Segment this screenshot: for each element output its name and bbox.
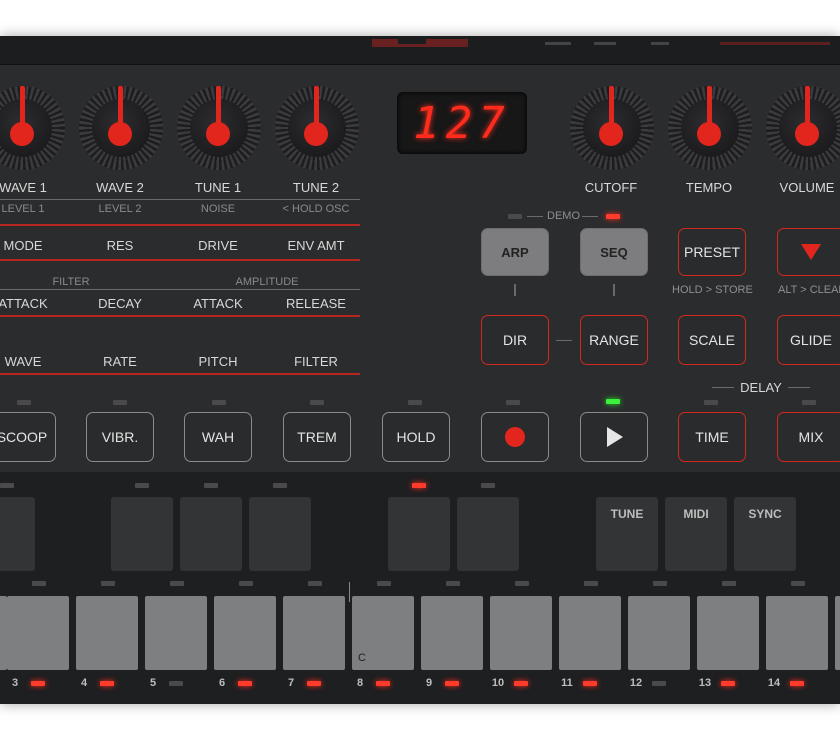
key[interactable] bbox=[697, 596, 759, 670]
preset-button[interactable]: PRESET bbox=[678, 228, 746, 276]
label-attack-amp: ATTACK bbox=[193, 296, 243, 311]
key[interactable] bbox=[283, 596, 345, 670]
section-filter: FILTER bbox=[52, 276, 90, 288]
label-rate: RATE bbox=[103, 354, 137, 369]
step-number: 9 bbox=[425, 677, 433, 689]
key[interactable] bbox=[0, 596, 7, 670]
hold-button[interactable]: HOLD bbox=[382, 412, 450, 462]
tune-pad[interactable]: TUNE bbox=[596, 497, 658, 571]
led-arp bbox=[508, 214, 522, 219]
black-key-pad[interactable] bbox=[111, 497, 173, 571]
knob-tune-2[interactable] bbox=[275, 86, 359, 170]
glide-button[interactable]: GLIDE bbox=[777, 315, 840, 365]
black-key-pad[interactable] bbox=[180, 497, 242, 571]
black-key-pad[interactable] bbox=[0, 497, 35, 571]
knob-tempo[interactable] bbox=[668, 86, 752, 170]
wah-button[interactable]: WAH bbox=[184, 412, 252, 462]
step-number: 4 bbox=[80, 677, 88, 689]
step-number: 11 bbox=[561, 677, 573, 689]
key[interactable] bbox=[421, 596, 483, 670]
led-display: 127 bbox=[397, 92, 527, 154]
time-button[interactable]: TIME bbox=[678, 412, 746, 462]
top-strip bbox=[0, 36, 840, 65]
trem-button[interactable]: TREM bbox=[283, 412, 351, 462]
label-tempo: TEMPO bbox=[685, 180, 733, 195]
key[interactable] bbox=[766, 596, 828, 670]
synth-device: 127 WAVE 1 WAVE 2 TUNE 1 TUNE 2 LEVEL 1 … bbox=[0, 36, 840, 704]
play-button[interactable] bbox=[580, 412, 648, 462]
label-tune-1: TUNE 1 bbox=[194, 180, 242, 195]
label-drive: DRIVE bbox=[198, 238, 238, 253]
dir-button[interactable]: DIR bbox=[481, 315, 549, 365]
sync-pad[interactable]: SYNC bbox=[734, 497, 796, 571]
black-key-pad[interactable] bbox=[388, 497, 450, 571]
black-key-pad[interactable] bbox=[249, 497, 311, 571]
key[interactable] bbox=[76, 596, 138, 670]
label-cutoff: CUTOFF bbox=[584, 180, 638, 195]
led-pad-active bbox=[412, 483, 426, 488]
key-c[interactable]: C bbox=[352, 596, 414, 670]
sublabel-level-2: LEVEL 2 bbox=[98, 203, 142, 215]
key[interactable] bbox=[835, 596, 840, 670]
section-amplitude: AMPLITUDE bbox=[235, 276, 299, 288]
hold-store-label: HOLD > STORE bbox=[672, 284, 753, 296]
label-tune-2: TUNE 2 bbox=[292, 180, 340, 195]
key[interactable] bbox=[214, 596, 276, 670]
down-button[interactable] bbox=[777, 228, 840, 276]
led-seq bbox=[606, 214, 620, 219]
sync-pad-label: SYNC bbox=[748, 507, 782, 521]
knob-wave-1[interactable] bbox=[0, 86, 65, 170]
knob-wave-2[interactable] bbox=[79, 86, 163, 170]
scoop-button[interactable]: SCOOP bbox=[0, 412, 56, 462]
arp-button[interactable]: ARP bbox=[481, 228, 549, 276]
label-volume: VOLUME bbox=[779, 180, 835, 195]
vibrato-button[interactable]: VIBR. bbox=[86, 412, 154, 462]
key[interactable] bbox=[7, 596, 69, 670]
label-env-amt: ENV AMT bbox=[287, 238, 345, 253]
knob-tune-1[interactable] bbox=[177, 86, 261, 170]
black-key-pad[interactable] bbox=[457, 497, 519, 571]
sublabel-noise: NOISE bbox=[200, 203, 236, 215]
step-number: 8 bbox=[356, 677, 364, 689]
tune-pad-label: TUNE bbox=[610, 507, 644, 521]
triangle-down-icon bbox=[801, 244, 821, 260]
display-value: 127 bbox=[413, 98, 511, 149]
alt-clear-label: ALT > CLEAR bbox=[778, 284, 840, 296]
record-icon bbox=[505, 427, 525, 447]
mix-button[interactable]: MIX bbox=[777, 412, 840, 462]
step-number: 12 bbox=[629, 677, 643, 689]
step-number: 7 bbox=[287, 677, 295, 689]
scale-button[interactable]: SCALE bbox=[678, 315, 746, 365]
key[interactable] bbox=[145, 596, 207, 670]
key-c-label: C bbox=[358, 652, 366, 664]
seq-button[interactable]: SEQ bbox=[580, 228, 648, 276]
step-number: 14 bbox=[767, 677, 781, 689]
demo-label: DEMO bbox=[547, 210, 580, 222]
label-decay: DECAY bbox=[98, 296, 142, 311]
step-number: 6 bbox=[218, 677, 226, 689]
label-filter: FILTER bbox=[294, 354, 338, 369]
key[interactable] bbox=[559, 596, 621, 670]
key[interactable] bbox=[490, 596, 552, 670]
step-number: 13 bbox=[698, 677, 712, 689]
step-number: 3 bbox=[11, 677, 19, 689]
knob-volume[interactable] bbox=[766, 86, 840, 170]
step-number: 10 bbox=[491, 677, 505, 689]
label-pitch: PITCH bbox=[198, 354, 238, 369]
midi-pad-label: MIDI bbox=[683, 507, 709, 521]
play-icon bbox=[607, 427, 623, 447]
label-res: RES bbox=[106, 238, 134, 253]
led-play bbox=[606, 399, 620, 404]
midi-pad[interactable]: MIDI bbox=[665, 497, 727, 571]
sublabel-hold-osc: < HOLD OSC bbox=[282, 203, 350, 215]
key[interactable] bbox=[628, 596, 690, 670]
record-button[interactable] bbox=[481, 412, 549, 462]
step-number: 5 bbox=[149, 677, 157, 689]
label-release: RELEASE bbox=[286, 296, 346, 311]
range-button[interactable]: RANGE bbox=[580, 315, 648, 365]
knob-cutoff[interactable] bbox=[570, 86, 654, 170]
label-wave-2: WAVE 2 bbox=[96, 180, 144, 195]
